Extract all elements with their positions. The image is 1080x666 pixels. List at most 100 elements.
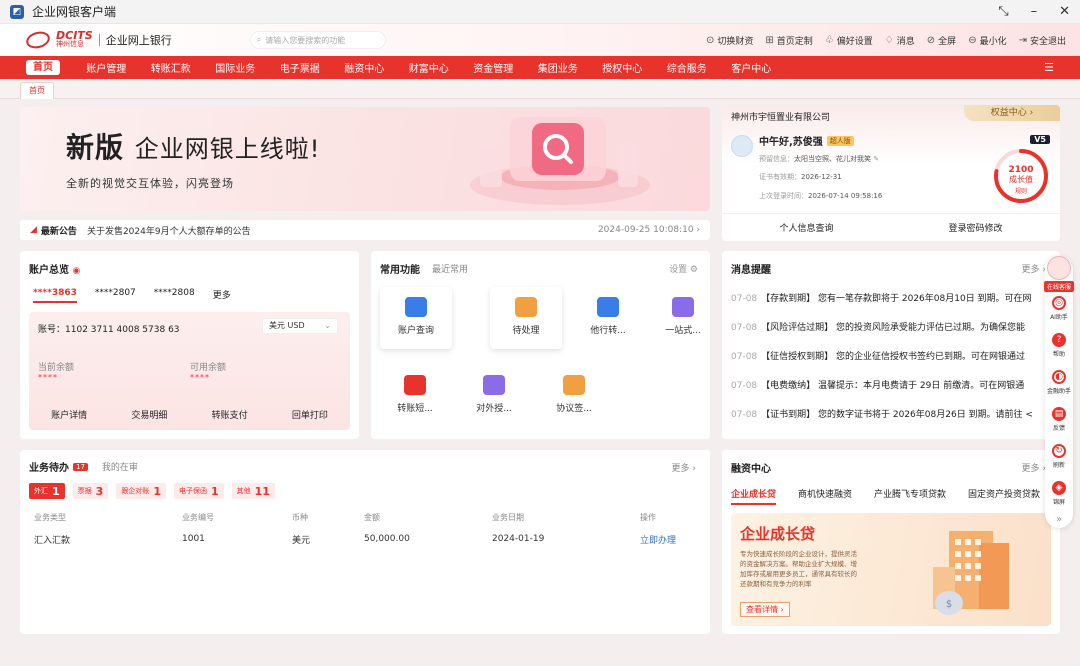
nav-item-6[interactable]: 财富中心	[397, 60, 462, 75]
function-item-0[interactable]: 账户查询	[380, 287, 452, 349]
account-action-3[interactable]: 回单打印	[292, 408, 328, 421]
header-tool-label: 偏好设置	[836, 36, 873, 47]
todo-more-link[interactable]: 更多 ›	[672, 461, 696, 474]
message-item[interactable]: 07-08 【证书到期】 您的数字证书将于 2026年08月26日 到期。请前往 …	[731, 407, 1050, 436]
minimize-window-icon[interactable]: –	[1031, 4, 1038, 19]
nav-item-9[interactable]: 授权中心	[590, 60, 655, 75]
function-item-3[interactable]: 一站式...	[647, 287, 719, 349]
header-tool-1[interactable]: ⊞ 首页定制	[765, 34, 812, 47]
header-tool-3[interactable]: ♢ 消息	[885, 34, 915, 47]
account-action-0[interactable]: 账户详情	[51, 408, 87, 421]
nav-item-11[interactable]: 客户中心	[719, 60, 784, 75]
float-item-4[interactable]: ↻ 刷新	[1045, 444, 1073, 469]
message-item[interactable]: 07-08 【征信授权到期】 您的企业征信授权书签约已到期。可在网银通过	[731, 349, 1050, 378]
header-tool-2[interactable]: ♧ 偏好设置	[825, 34, 873, 47]
tab-recent-functions[interactable]: 最近常用	[432, 261, 468, 276]
header-tool-6[interactable]: ⇥ 安全退出	[1019, 34, 1066, 47]
promo-description: 专为快速成长阶段的企业设计，提供灵活的资金解决方案。帮助企业扩大规模、增加库存或…	[740, 550, 857, 588]
tab-common-functions[interactable]: 常用功能	[380, 261, 420, 276]
message-item[interactable]: 07-08 【存款到期】 您有一笔存款即将于 2026年08月10日 到期。可在网	[731, 291, 1050, 320]
chip-count: 11	[254, 484, 270, 498]
rights-center-button[interactable]: 权益中心 ›	[964, 105, 1060, 121]
logo: DCITS 神州信息	[24, 29, 93, 51]
function-item-1[interactable]: 待处理	[490, 287, 562, 349]
financing-tab-1[interactable]: 商机快速融资	[798, 487, 852, 505]
todo-filter-chip-2[interactable]: 跟企对账 1	[116, 483, 166, 499]
nav-menu-icon[interactable]: ☰	[1044, 61, 1054, 74]
account-action-1[interactable]: 交易明细	[131, 408, 167, 421]
process-now-link[interactable]: 立即办理	[640, 533, 694, 546]
chevron-down-icon: ⌄	[324, 321, 331, 330]
account-tab-2[interactable]: ****2808	[154, 288, 195, 303]
nav-item-0[interactable]: 首页	[26, 60, 60, 75]
function-item-2[interactable]: 他行转...	[572, 287, 644, 349]
account-tab-1[interactable]: ****2807	[95, 288, 136, 303]
logo-text-en: DCITS	[56, 29, 93, 42]
message-item[interactable]: 07-08 【电费缴纳】 温馨提示：本月电费请于 29日 前缴清。可在网银通	[731, 378, 1050, 407]
nav-item-3[interactable]: 国际业务	[203, 60, 268, 75]
tab-home[interactable]: 首页	[20, 82, 54, 99]
edit-icon[interactable]: ✎	[873, 155, 879, 163]
loan-promo-banner[interactable]: 企业成长贷 专为快速成长阶段的企业设计，提供灵活的资金解决方案。帮助企业扩大规模…	[731, 513, 1051, 626]
chip-label: 票据	[77, 487, 92, 495]
header-tool-5[interactable]: ⊖ 最小化	[968, 34, 1006, 47]
financing-tab-2[interactable]: 产业腾飞专项贷款	[874, 487, 946, 505]
growth-gauge[interactable]: 2100 成长值 规则	[992, 147, 1050, 205]
close-icon[interactable]: ✕	[1059, 4, 1070, 19]
announcement-text[interactable]: 关于发售2024年9月个人大额存单的公告	[87, 224, 251, 237]
common-functions-card: 常用功能 最近常用 设置 ⚙ 账户查询 待处理 他行转... 一站式... 转账短...…	[371, 251, 710, 439]
nav-item-5[interactable]: 融资中心	[332, 60, 397, 75]
nav-item-10[interactable]: 综合服务	[655, 60, 720, 75]
function-item-5[interactable]: 对外授...	[458, 365, 530, 427]
float-item-2[interactable]: ◐ 金融助手	[1045, 370, 1073, 395]
change-login-password-button[interactable]: 登录密码修改	[891, 221, 1060, 234]
account-tab-0[interactable]: ****3863	[33, 288, 77, 303]
financing-more-link[interactable]: 更多 ›	[1022, 461, 1046, 474]
personal-info-query-button[interactable]: 个人信息查询	[722, 221, 891, 234]
nav-item-1[interactable]: 账户管理	[74, 60, 139, 75]
todo-filter-chip-1[interactable]: 票据 3	[72, 483, 109, 499]
functions-settings-button[interactable]: 设置 ⚙	[669, 262, 698, 275]
function-label: 对外授...	[476, 404, 512, 414]
financing-tab-3[interactable]: 固定资产投资贷款	[968, 487, 1040, 505]
function-item-6[interactable]: 协议签...	[538, 365, 610, 427]
messages-more-link[interactable]: 更多 ›	[1022, 262, 1046, 275]
chip-count: 1	[153, 484, 161, 498]
account-action-2[interactable]: 转账支付	[212, 408, 248, 421]
todo-filter-chip-0[interactable]: 外汇 1	[29, 483, 65, 499]
reserved-info: 预留信息：太阳当空照、花儿对我笑 ✎	[759, 155, 880, 163]
header-tool-0[interactable]: ⊙ 切换财资	[706, 34, 753, 47]
currency-select[interactable]: 美元 USD ⌄	[262, 318, 338, 334]
financing-tab-0[interactable]: 企业成长贷	[731, 487, 777, 505]
promo-banner[interactable]: 新版 企业网银上线啦! 全新的视觉交互体验，闪亮登场	[20, 107, 710, 211]
account-tab-3[interactable]: 更多	[213, 288, 231, 303]
collapse-toolbar-button[interactable]: »	[1045, 514, 1073, 525]
float-item-label: 锦屏	[1052, 499, 1065, 506]
float-item-0[interactable]: ◎ AI助手	[1045, 296, 1073, 321]
announcement-bar[interactable]: ◢ 最新公告 关于发售2024年9月个人大额存单的公告 2024-09-25 10…	[20, 220, 710, 240]
table-cell: 1001	[182, 534, 205, 544]
nav-item-4[interactable]: 电子票据	[268, 60, 333, 75]
float-item-3[interactable]: ▤ 反馈	[1045, 407, 1073, 432]
float-item-5[interactable]: ◈ 锦屏	[1045, 481, 1073, 506]
nav-item-8[interactable]: 集团业务	[526, 60, 591, 75]
avatar	[731, 135, 753, 157]
eye-icon[interactable]: ◉	[72, 266, 80, 276]
logo-mark-icon	[24, 29, 52, 51]
search-input[interactable]: ⌕ 请输入您要搜索的功能	[249, 31, 386, 49]
float-item-1[interactable]: ? 帮助	[1045, 333, 1073, 358]
message-item[interactable]: 07-08 【风险评估过期】 您的投资风险承受能力评估已过期。为确保您能	[731, 320, 1050, 349]
chip-count: 1	[210, 484, 219, 498]
column-header: 业务日期	[492, 512, 524, 522]
todo-filter-chip-3[interactable]: 电子保函 1	[173, 483, 224, 499]
header-tool-4[interactable]: ⊘ 全屏	[927, 34, 956, 47]
view-details-button[interactable]: 查看详情 ›	[740, 602, 790, 617]
function-item-4[interactable]: 转账短...	[379, 365, 451, 427]
todo-title: 业务待办	[29, 463, 69, 474]
nav-item-7[interactable]: 资金管理	[461, 60, 526, 75]
todo-filter-chip-4[interactable]: 其他 11	[231, 483, 275, 499]
tab-my-in-review[interactable]: 我的在审	[102, 460, 138, 473]
online-service-button[interactable]: 在线客服	[1044, 256, 1074, 292]
restore-icon[interactable]: ⤡	[998, 4, 1008, 19]
nav-item-2[interactable]: 转账汇款	[139, 60, 204, 75]
